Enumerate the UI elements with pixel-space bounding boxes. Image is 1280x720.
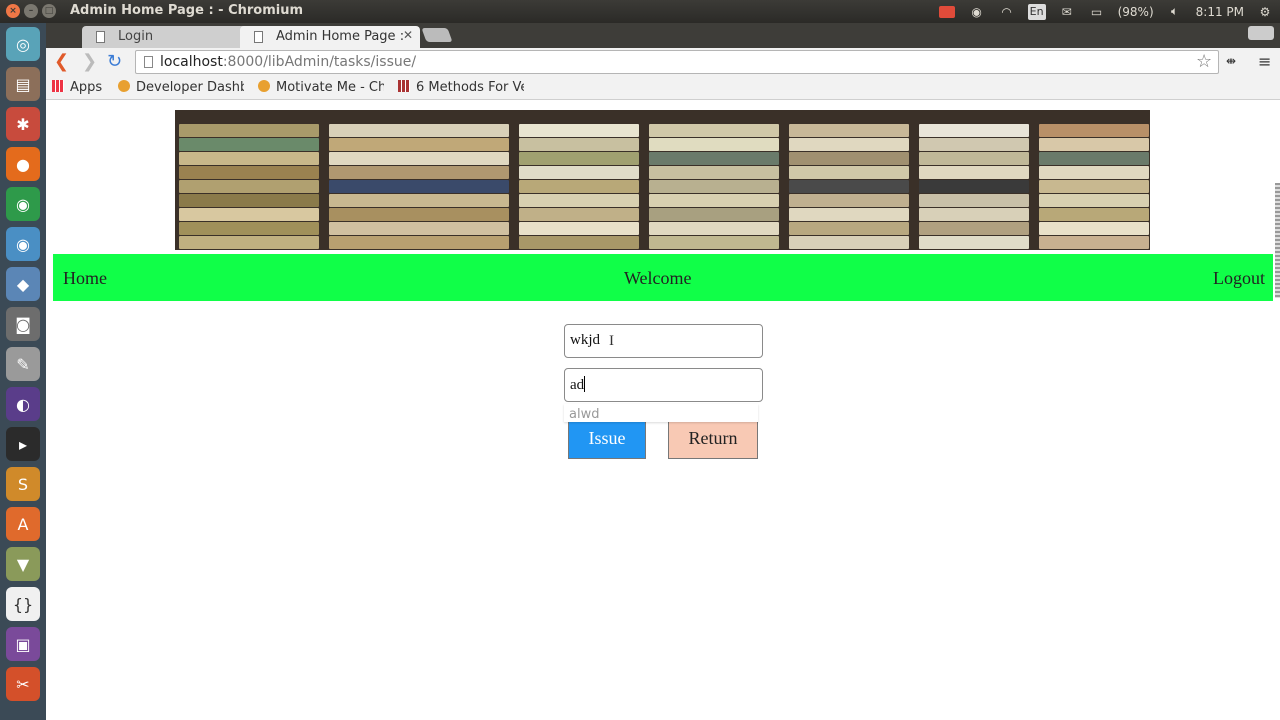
bookmark-apps[interactable]: Apps [52, 80, 102, 95]
bookmark-icon [258, 80, 270, 92]
scrollbar[interactable] [1275, 183, 1280, 298]
terminal-icon[interactable]: ▸ [6, 427, 40, 461]
bookmark-6-methods[interactable]: 6 Methods For Ve [398, 80, 524, 95]
firefox-icon[interactable]: ● [6, 147, 40, 181]
bookmark-motivate-me[interactable]: Motivate Me - Ch [258, 80, 384, 95]
new-tab-button[interactable] [421, 28, 453, 42]
brackets-icon[interactable]: {} [6, 587, 40, 621]
autocomplete-suggestion[interactable]: alwd [564, 404, 758, 422]
student-id-value: ad [570, 377, 585, 393]
forward-icon[interactable]: ❯ [82, 52, 97, 72]
book-id-value: wkjd [570, 332, 600, 348]
main-nav-bar: Home Welcome Logout [53, 254, 1273, 301]
chromium-icon[interactable]: ◉ [6, 227, 40, 261]
window-title: Admin Home Page : - Chromium [70, 3, 304, 18]
close-window-button[interactable]: × [6, 4, 20, 18]
tab-admin-home[interactable]: Admin Home Page : ✕ [240, 26, 420, 48]
logout-link[interactable]: Logout [1213, 268, 1265, 289]
top-panel: × – □ Admin Home Page : - Chromium ◉ ◠ E… [0, 0, 1280, 23]
page-icon [254, 31, 263, 43]
eclipse-icon[interactable]: ◐ [6, 387, 40, 421]
wifi-icon[interactable]: ◠ [998, 5, 1016, 19]
bookmark-icon [118, 80, 130, 92]
sublime-icon[interactable]: S [6, 467, 40, 501]
welcome-text: Welcome [624, 268, 692, 288]
chrome-sync-icon[interactable]: ◉ [968, 5, 986, 19]
grid-icon [398, 80, 410, 92]
media-icon[interactable]: ▣ [6, 627, 40, 661]
home-link[interactable]: Home [63, 268, 107, 289]
settings-icon[interactable]: ✱ [6, 107, 40, 141]
page-icon [144, 56, 153, 68]
url-path: :8000/libAdmin/tasks/issue/ [222, 54, 417, 70]
page-content: Home Welcome Logout wkjd I ad Issue Retu… [46, 101, 1280, 720]
battery-icon[interactable]: ▭ [1088, 5, 1106, 19]
extension-icon[interactable]: ⇼ [1226, 54, 1236, 68]
book-id-input[interactable]: wkjd I [564, 324, 763, 358]
browser-toolbar: ❮ ❯ ↻ localhost:8000/libAdmin/tasks/issu… [46, 48, 1280, 76]
books-banner-image [175, 110, 1150, 250]
text-caret [584, 376, 586, 392]
record-icon[interactable] [938, 5, 956, 19]
return-button[interactable]: Return [668, 417, 758, 459]
minimize-window-button[interactable]: – [24, 4, 38, 18]
bookmarks-bar: Apps Developer Dashb Motivate Me - Ch 6 … [46, 76, 1280, 100]
system-tray: ◉ ◠ En ✉ ▭ (98%) 🔈︎ 8:11 PM ⚙ [938, 0, 1280, 23]
files-icon[interactable]: ▤ [6, 67, 40, 101]
address-bar[interactable]: localhost:8000/libAdmin/tasks/issue/ [135, 50, 1219, 74]
apps-icon [52, 80, 64, 92]
menu-icon[interactable]: ≡ [1258, 52, 1271, 71]
back-icon[interactable]: ❮ [54, 52, 69, 72]
window-controls: × – □ [6, 4, 56, 18]
student-id-input[interactable]: ad [564, 368, 763, 402]
reload-icon[interactable]: ↻ [107, 52, 122, 72]
tools-icon[interactable]: ✂ [6, 667, 40, 701]
bookmark-developer-dashboard[interactable]: Developer Dashb [118, 80, 244, 95]
bookmark-star-icon[interactable]: ☆ [1196, 51, 1212, 72]
mail-icon[interactable]: ✉ [1058, 5, 1076, 19]
cube-icon[interactable]: ◆ [6, 267, 40, 301]
dash-icon[interactable]: ◎ [6, 27, 40, 61]
url-host: localhost [160, 54, 223, 70]
battery-percent: (98%) [1117, 4, 1154, 19]
volume-icon[interactable]: 🔈︎ [1166, 4, 1184, 19]
maximize-window-button[interactable]: □ [42, 4, 56, 18]
archive-icon[interactable]: ▼ [6, 547, 40, 581]
issue-button[interactable]: Issue [568, 417, 646, 459]
page-icon [96, 31, 105, 43]
launcher: ◎ ▤ ✱ ● ◉ ◉ ◆ ◙ ✎ ◐ ▸ S A ▼ {} ▣ ✂ [0, 23, 46, 720]
camera-icon[interactable]: ◙ [6, 307, 40, 341]
keyboard-layout[interactable]: En [1027, 3, 1046, 20]
clock[interactable]: 8:11 PM [1196, 5, 1244, 19]
software-center-icon[interactable]: A [6, 507, 40, 541]
tab-title: Admin Home Page : [276, 29, 405, 44]
close-tab-icon[interactable]: ✕ [403, 28, 413, 42]
text-cursor-icon: I [609, 333, 614, 349]
profile-button[interactable] [1248, 26, 1274, 40]
settings-icon[interactable]: ⚙ [1256, 5, 1274, 19]
text-editor-icon[interactable]: ✎ [6, 347, 40, 381]
tab-bar: Login ✕ Admin Home Page : ✕ [46, 23, 1280, 48]
tab-title: Login [118, 29, 154, 44]
chrome-icon[interactable]: ◉ [6, 187, 40, 221]
